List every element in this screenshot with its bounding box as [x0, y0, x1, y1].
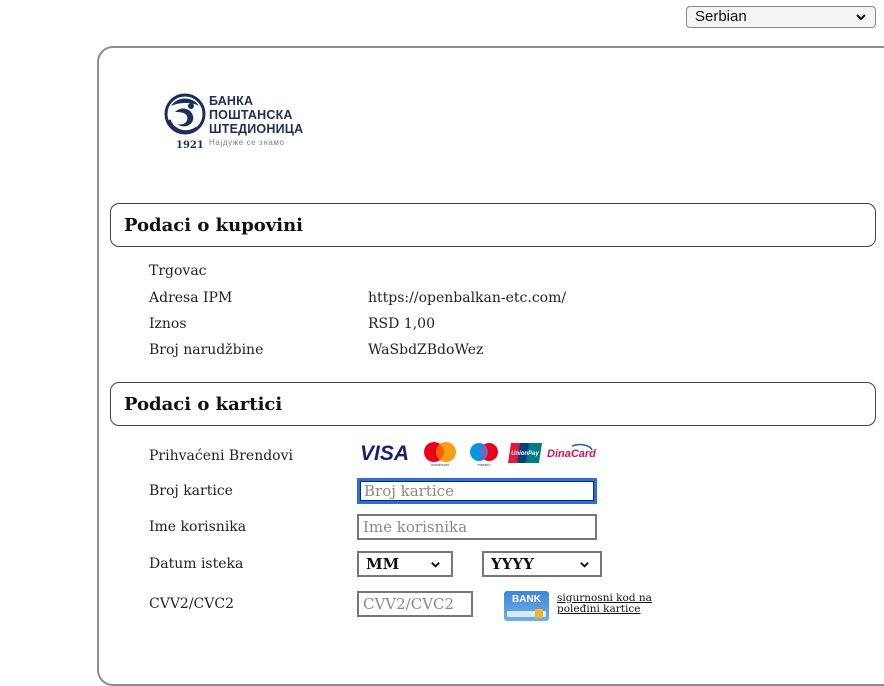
purchase-section-header: Podaci o kupovini [110, 203, 876, 247]
bank-name-line: ШТЕДИОНИЦА [209, 122, 304, 136]
expiry-year-select[interactable]: YYYY [482, 551, 602, 577]
order-number-label: Broj narudžbine [149, 342, 264, 358]
unionpay-logo-text: UnionPay [511, 451, 539, 457]
cvv-help-link[interactable]: sigurnosni kod na poleđini kartice [557, 593, 697, 615]
expiry-month-select[interactable]: MM [357, 551, 453, 577]
amount-label: Iznos [149, 316, 187, 332]
bank-logo-icon [164, 93, 206, 135]
language-select-value: Serbian [695, 8, 747, 25]
mastercard-logo-text: mastercard [431, 463, 449, 467]
bank-name-line: ПОШТАНСКА [209, 108, 293, 122]
bank-tagline: Најдуже се знамо [209, 138, 285, 147]
bank-name-line: БАНКА [209, 94, 254, 108]
mastercard-logo-icon: mastercard [424, 442, 456, 467]
expiry-date-label: Datum isteka [149, 556, 244, 572]
card-back-label: BANK [512, 594, 541, 605]
card-section-header: Podaci o kartici [110, 382, 876, 426]
order-number-value: WaSbdZBdoWez [368, 342, 484, 358]
expiry-month-value: MM [366, 555, 400, 573]
dinacard-logo-icon: DinaCard [547, 443, 596, 460]
dinacard-logo-text: DinaCard [547, 448, 596, 460]
amount-value: RSD 1,00 [368, 316, 435, 332]
expiry-year-value: YYYY [491, 555, 534, 573]
cardholder-name-input[interactable] [357, 514, 597, 540]
ipm-address-label: Adresa IPM [149, 290, 233, 306]
cvv-label: CVV2/CVC2 [149, 596, 234, 612]
chevron-down-icon [431, 562, 440, 568]
chevron-down-icon [580, 562, 589, 568]
card-number-input[interactable] [357, 478, 597, 504]
card-back-icon: BANK [504, 591, 549, 621]
unionpay-logo-icon: UnionPay [508, 443, 542, 463]
visa-logo-icon: VISA [360, 442, 409, 464]
ipm-address-value: https://openbalkan-etc.com/ [368, 290, 567, 306]
cvv-input[interactable] [357, 591, 473, 617]
bank-name: БАНКА ПОШТАНСКА ШТЕДИОНИЦА Најдуже се зн… [209, 94, 303, 147]
visa-logo-text: VISA [360, 442, 409, 464]
card-number-label: Broj kartice [149, 483, 233, 499]
accepted-brands-label: Prihvaćeni Brendovi [149, 448, 293, 464]
bank-founding-year: 1921 [176, 140, 204, 151]
merchant-label: Trgovac [149, 263, 207, 279]
maestro-logo-icon: maestro [470, 443, 498, 467]
cardholder-name-label: Ime korisnika [149, 519, 247, 535]
language-select[interactable]: Serbian [686, 6, 876, 28]
chevron-down-icon [856, 14, 866, 21]
maestro-logo-text: maestro [478, 463, 491, 467]
